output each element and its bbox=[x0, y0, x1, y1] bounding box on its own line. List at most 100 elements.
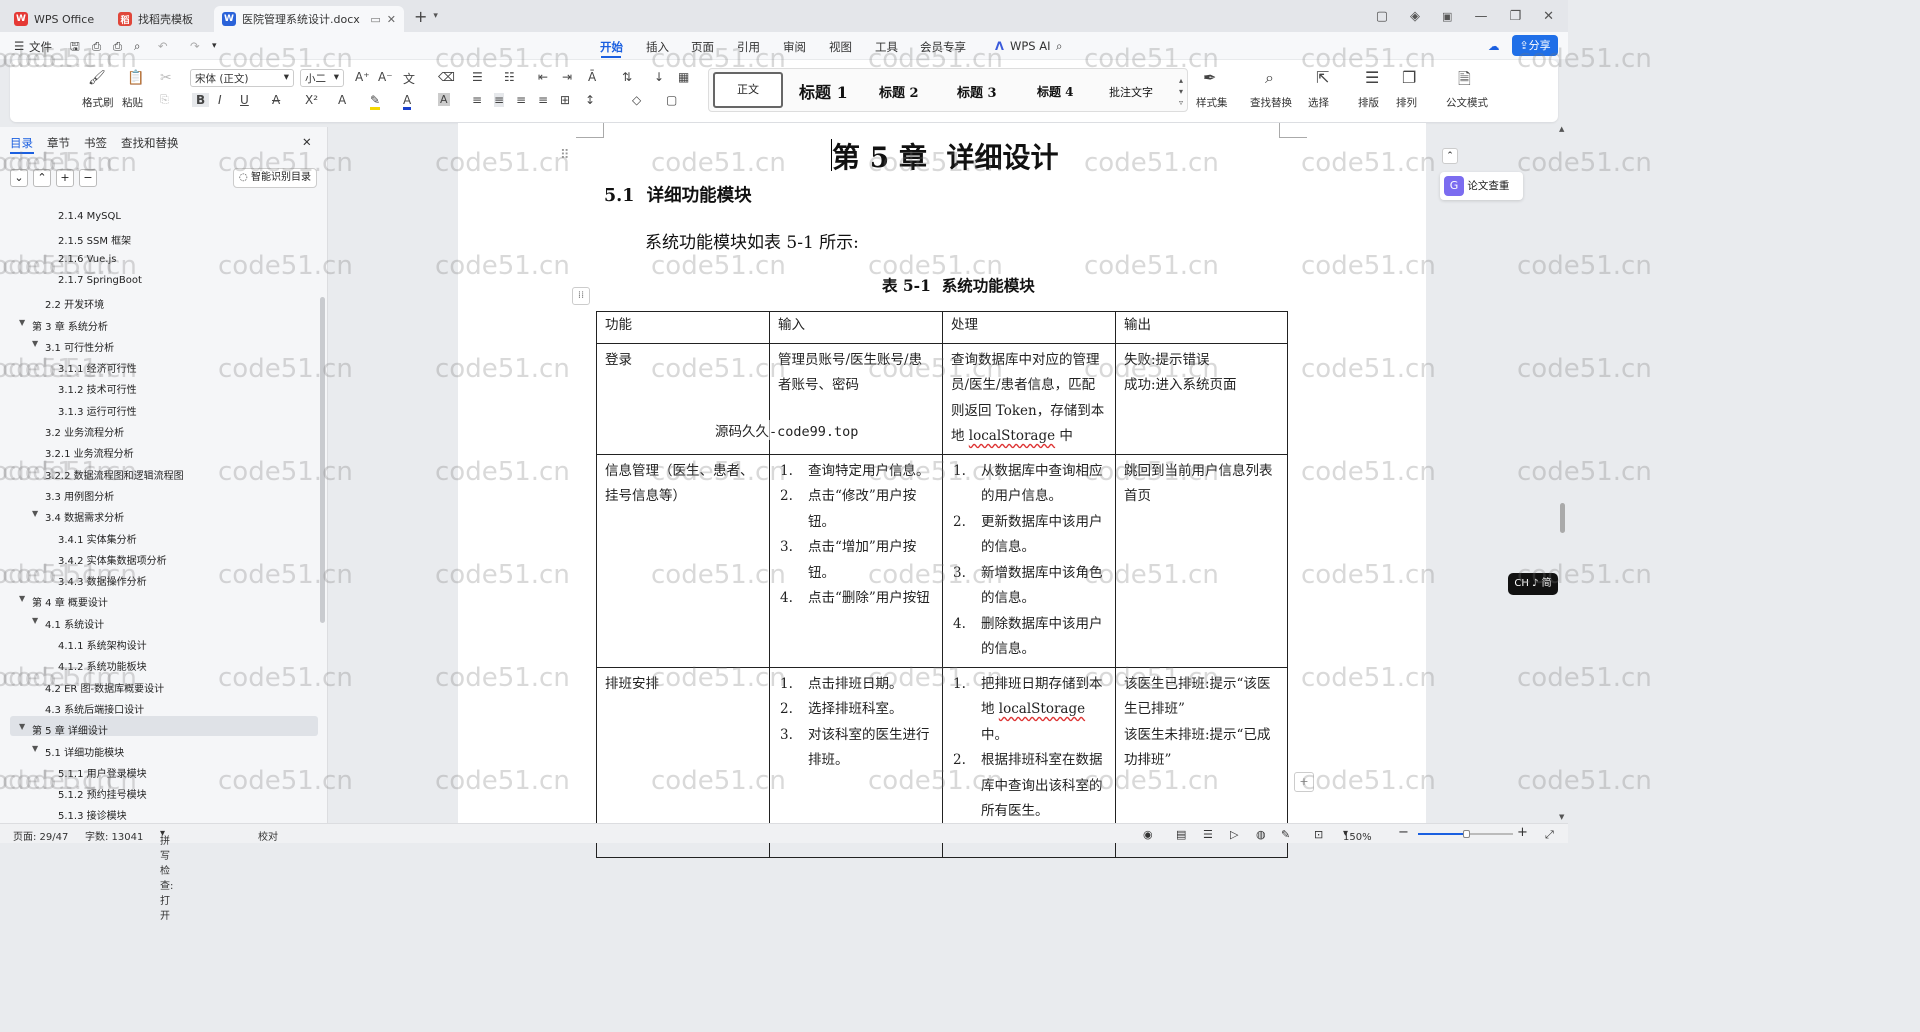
toc-item[interactable]: 2.1.4 MySQL bbox=[58, 211, 121, 222]
toc-item[interactable]: ▼ 3.1 可行性分析 bbox=[32, 339, 114, 354]
toc-item[interactable]: 2.1.7 SpringBoot bbox=[58, 275, 142, 286]
numbered-list-icon[interactable]: ☷ bbox=[504, 70, 515, 84]
phonetic-icon[interactable]: 文 bbox=[403, 70, 415, 87]
clear-format-icon[interactable]: ⌫ bbox=[438, 70, 455, 84]
expand-triangle-icon[interactable]: ▼ bbox=[32, 744, 38, 753]
tab-document[interactable]: W 医院管理系统设计.docx ▭ ✕ bbox=[214, 6, 404, 32]
layout-icon[interactable]: ☰ bbox=[1365, 68, 1379, 87]
font-color-icon[interactable]: A bbox=[403, 93, 412, 110]
menu-tab-home[interactable]: 开始 bbox=[600, 39, 623, 55]
table-handle-icon[interactable]: ⁞⁞ bbox=[572, 287, 590, 305]
vertical-scrollbar[interactable]: ▲ ▼ bbox=[1558, 125, 1568, 823]
text-effect-icon[interactable]: A bbox=[338, 93, 346, 107]
font-family-select[interactable]: 宋体 (正文) ▾ bbox=[190, 69, 294, 87]
official-mode-button[interactable]: 公文模式 bbox=[1446, 95, 1488, 110]
add-icon[interactable]: + bbox=[56, 169, 74, 187]
highlight-icon[interactable]: ✎ bbox=[370, 93, 381, 110]
more-icon[interactable]: ▾ bbox=[212, 41, 217, 51]
scroll-up-icon[interactable]: ▲ bbox=[1559, 125, 1564, 133]
style-heading-1[interactable]: 标题 1 bbox=[799, 79, 848, 103]
gallery-scroll-icon[interactable]: ▴ ▾ ▿ bbox=[1179, 75, 1183, 108]
export-icon[interactable]: ⎙ bbox=[92, 39, 101, 54]
toc-item[interactable]: 4.1.1 系统架构设计 bbox=[58, 637, 147, 652]
menu-tab-member[interactable]: 会员专享 bbox=[920, 39, 966, 55]
nav-scrollbar[interactable] bbox=[320, 297, 325, 623]
toc-item[interactable]: ▼ 第 4 章 概要设计 bbox=[19, 594, 108, 609]
tab-daoke-template[interactable]: 稻 找稻壳模板 bbox=[110, 6, 214, 32]
find-replace-button[interactable]: 查找替换 bbox=[1250, 95, 1292, 110]
format-painter-icon[interactable]: 🖌 bbox=[88, 70, 106, 86]
grow-font-icon[interactable]: A⁺ bbox=[355, 70, 370, 84]
toc-item[interactable]: 3.1.1 经济可行性 bbox=[58, 360, 137, 375]
expand-triangle-icon[interactable]: ▼ bbox=[19, 594, 25, 603]
print-icon[interactable]: ⎙ bbox=[113, 39, 122, 54]
style-set-button[interactable]: 样式集 bbox=[1196, 95, 1228, 110]
restore-icon[interactable]: ❐ bbox=[1509, 9, 1521, 24]
undo-icon[interactable]: ↶ bbox=[158, 39, 168, 53]
toc-item[interactable]: ▼ 5.1 详细功能模块 bbox=[32, 744, 124, 759]
close-tab-icon[interactable]: ✕ bbox=[387, 13, 396, 26]
scroll-thumb[interactable] bbox=[1560, 503, 1565, 533]
new-tab-button[interactable]: + bbox=[414, 7, 427, 26]
char-shading-icon[interactable]: A bbox=[438, 93, 450, 106]
collapse-icon[interactable]: ⌄ bbox=[10, 169, 28, 187]
menu-wps-ai[interactable]: WPS AI bbox=[1010, 39, 1051, 53]
close-icon[interactable]: ✕ bbox=[1543, 9, 1554, 24]
zoom-out-icon[interactable]: − bbox=[1398, 825, 1409, 840]
layout-icon[interactable]: ▢ bbox=[1376, 9, 1388, 24]
fit-icon[interactable]: ⊡ bbox=[1314, 828, 1323, 841]
menu-tab-view[interactable]: 视图 bbox=[829, 39, 852, 55]
expand-up-icon[interactable]: ⌃ bbox=[33, 169, 51, 187]
nav-tab-bookmark[interactable]: 书签 bbox=[84, 135, 107, 151]
bold-icon[interactable]: B bbox=[192, 93, 210, 107]
italic-icon[interactable]: I bbox=[218, 93, 222, 107]
nav-tab-chapter[interactable]: 章节 bbox=[47, 135, 70, 151]
cloud-sync-icon[interactable]: ☁ bbox=[1488, 39, 1500, 53]
style-heading-3[interactable]: 标题 3 bbox=[957, 82, 997, 101]
cube-icon[interactable]: ◈ bbox=[1410, 9, 1420, 24]
zoom-level[interactable]: 150% ▾ bbox=[1343, 828, 1372, 843]
toc-item[interactable]: 3.1.3 运行可行性 bbox=[58, 403, 137, 418]
toc-item[interactable]: 3.1.2 技术可行性 bbox=[58, 381, 137, 396]
bullet-list-icon[interactable]: ☰ bbox=[472, 70, 483, 84]
spell-check-toggle[interactable]: 拼写检查: 打开 ▾ bbox=[160, 828, 173, 922]
toc-item[interactable]: 3.2.1 业务流程分析 bbox=[45, 445, 134, 460]
official-mode-icon[interactable]: 🗎 bbox=[1458, 68, 1471, 95]
style-set-icon[interactable]: ✒ bbox=[1203, 68, 1216, 87]
share-button[interactable]: ⇪分享 bbox=[1512, 35, 1558, 56]
toc-item[interactable]: 3.4.2 实体集数据项分析 bbox=[58, 552, 167, 567]
style-heading-2[interactable]: 标题 2 bbox=[879, 82, 919, 101]
select-button[interactable]: 选择 bbox=[1308, 95, 1329, 110]
toc-item[interactable]: 3.4.1 实体集分析 bbox=[58, 531, 137, 546]
chevron-down-icon[interactable]: ▾ bbox=[433, 11, 438, 21]
layout-button[interactable]: 排版 bbox=[1358, 95, 1379, 110]
page-count[interactable]: 页面: 29/47 bbox=[13, 828, 68, 843]
nav-tab-find-replace[interactable]: 查找和替换 bbox=[121, 135, 179, 151]
paste-icon[interactable]: 📋 bbox=[127, 70, 144, 86]
style-normal[interactable]: 正文 bbox=[713, 72, 783, 108]
toc-item[interactable]: 3.2 业务流程分析 bbox=[45, 424, 124, 439]
toc-item[interactable]: ▼ 第 3 章 系统分析 bbox=[19, 318, 108, 333]
border-icon[interactable]: ▢ bbox=[666, 93, 677, 107]
expand-triangle-icon[interactable]: ▼ bbox=[19, 318, 25, 327]
format-painter-button[interactable]: 格式刷 bbox=[82, 95, 114, 110]
toc-item[interactable]: ▼ 4.1 系统设计 bbox=[32, 616, 104, 631]
style-comment-text[interactable]: 批注文字 bbox=[1109, 84, 1153, 100]
distribute-icon[interactable]: ⊞ bbox=[560, 93, 570, 107]
zoom-slider-thumb[interactable] bbox=[1463, 830, 1470, 838]
select-icon[interactable]: ⇱ bbox=[1316, 68, 1329, 87]
chinese-layout-icon[interactable]: Ā bbox=[588, 70, 596, 84]
pen-icon[interactable]: ✎ bbox=[1281, 828, 1290, 841]
align-right-icon[interactable]: ≡ bbox=[516, 93, 526, 107]
toc-item[interactable]: 2.1.5 SSM 框架 bbox=[58, 232, 131, 247]
tab-wps-office[interactable]: W WPS Office bbox=[6, 6, 110, 32]
align-center-icon[interactable]: ≡ bbox=[494, 93, 505, 107]
plagiarism-check-button[interactable]: G 论文查重 bbox=[1440, 172, 1523, 200]
menu-tab-page[interactable]: 页面 bbox=[691, 39, 714, 55]
ime-indicator[interactable]: CH ♪ 简 bbox=[1508, 573, 1558, 595]
toc-item[interactable]: 5.1.3 接诊模块 bbox=[58, 807, 127, 822]
strikethrough-icon[interactable]: A bbox=[272, 93, 280, 107]
superscript-icon[interactable]: X² bbox=[305, 93, 318, 107]
menu-file[interactable]: 文件 bbox=[29, 39, 52, 55]
outline-view-icon[interactable]: ☰ bbox=[1203, 828, 1213, 841]
